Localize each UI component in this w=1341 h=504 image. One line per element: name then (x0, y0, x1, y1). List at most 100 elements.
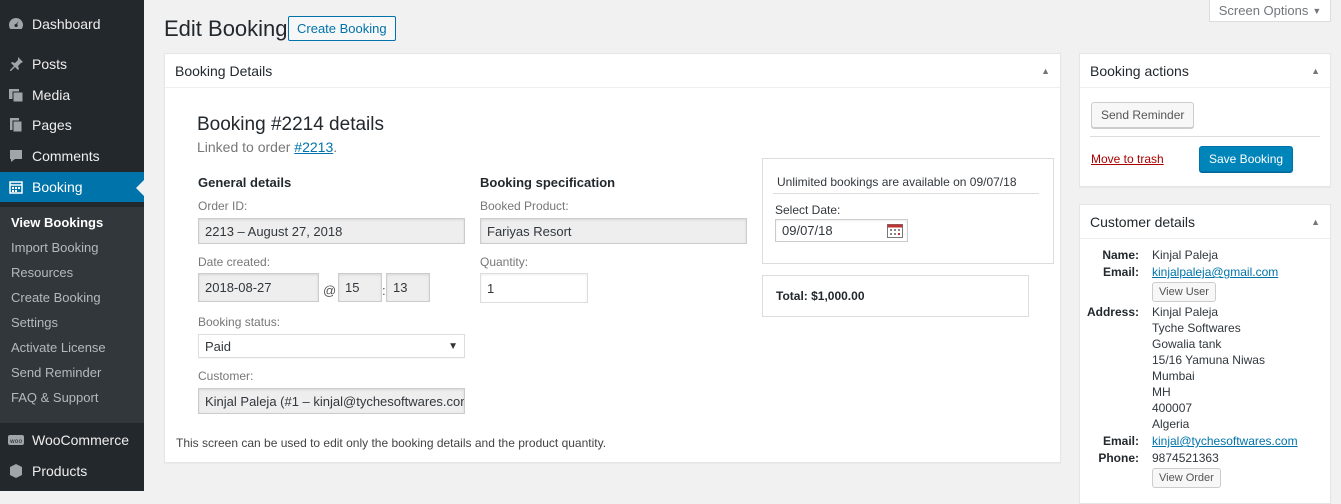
linked-order-text: Linked to order #2213. (197, 139, 337, 155)
move-to-trash-link[interactable]: Move to trash (1091, 152, 1164, 166)
booked-product-field: Fariyas Resort (480, 218, 747, 244)
sidebar-item-label: WooCommerce (32, 432, 129, 448)
booking-details-header[interactable]: Booking Details ▲ (165, 54, 1060, 88)
customer-details-header[interactable]: Customer details ▲ (1080, 205, 1330, 239)
edit-note: This screen can be used to edit only the… (176, 436, 607, 450)
select-date-label: Select Date: (775, 203, 841, 217)
panel-title: Booking actions (1090, 62, 1189, 79)
customer-field: Kinjal Paleja (#1 – kinjal@tychesoftware… (198, 388, 465, 414)
order-id-label: Order ID: (198, 199, 248, 213)
collapse-arrow-icon[interactable]: ▲ (1311, 66, 1320, 76)
booking-spec-heading: Booking specification (480, 175, 616, 190)
sidebar-item-label: Dashboard (32, 16, 101, 32)
general-details-heading: General details (198, 175, 292, 190)
sidebar-item-comments[interactable]: Comments (0, 141, 144, 171)
calendar-icon (0, 179, 32, 195)
booking-status-select[interactable]: Paid ▼ (198, 334, 465, 358)
address-line: Mumbai (1152, 369, 1195, 383)
date-created-label: Date created: (198, 255, 271, 269)
booked-product-label: Booked Product: (480, 199, 569, 213)
submenu-create-booking[interactable]: Create Booking (11, 290, 101, 305)
products-icon (0, 463, 32, 479)
calendar-picker-icon[interactable] (887, 223, 903, 241)
submenu-resources[interactable]: Resources (11, 265, 73, 280)
media-icon (0, 87, 32, 103)
address-line: Algeria (1152, 417, 1190, 431)
sidebar-item-label: Comments (32, 148, 100, 164)
phone-value: 9874521363 (1152, 451, 1219, 465)
phone-label: Phone: (1098, 451, 1139, 465)
sidebar-item-label: Media (32, 87, 71, 103)
linked-prefix: Linked to order (197, 139, 291, 155)
customer-label: Customer: (198, 369, 254, 383)
admin-sidebar: Dashboard Posts Media Pages Comments Boo… (0, 0, 144, 491)
sidebar-item-dashboard[interactable]: Dashboard (0, 9, 144, 39)
divider (1090, 136, 1320, 137)
panel-title: Booking Details (175, 62, 273, 79)
date-created-field: 2018-08-27 (198, 273, 319, 302)
sidebar-item-pages[interactable]: Pages (0, 110, 144, 140)
divider (773, 193, 1039, 194)
submenu-import-booking[interactable]: Import Booking (11, 240, 98, 255)
customer-name: Kinjal Paleja (1152, 248, 1219, 262)
customer-email-link[interactable]: kinjalpaleja@gmail.com (1152, 265, 1278, 279)
comments-icon (0, 148, 32, 164)
screen-options-label: Screen Options (1218, 3, 1309, 18)
customer-details-panel: Customer details ▲ Name: Kinjal Paleja E… (1079, 204, 1331, 504)
save-booking-button[interactable]: Save Booking (1199, 146, 1294, 172)
sidebar-item-products[interactable]: Products (0, 456, 144, 486)
address-line: 400007 (1152, 401, 1193, 415)
caret-down-icon: ▼ (1312, 5, 1322, 16)
screen-options-button[interactable]: Screen Options ▼ (1209, 0, 1331, 22)
page-title: Edit Booking (164, 16, 288, 41)
panel-title: Customer details (1090, 213, 1196, 230)
view-user-button[interactable]: View User (1152, 282, 1216, 302)
booking-details-panel: Booking Details ▲ Booking #2214 details … (164, 53, 1061, 463)
svg-text:woo: woo (10, 438, 23, 445)
sidebar-item-booking[interactable]: Booking (0, 172, 144, 202)
quantity-input[interactable]: 1 (480, 273, 588, 303)
sidebar-item-woocommerce[interactable]: woo WooCommerce (0, 425, 144, 455)
hour-field: 15 (338, 273, 382, 302)
submenu-activate-license[interactable]: Activate License (11, 340, 106, 355)
sidebar-item-label: Posts (32, 56, 68, 72)
dashboard-icon (0, 16, 32, 32)
address-line: Kinjal Paleja (1152, 305, 1219, 319)
billing-email-link[interactable]: kinjal@tychesoftwares.com (1152, 434, 1298, 448)
sidebar-item-label: Products (32, 463, 88, 479)
booking-heading: Booking #2214 details (197, 114, 384, 135)
sidebar-item-media[interactable]: Media (0, 80, 144, 110)
booking-actions-header[interactable]: Booking actions ▲ (1080, 54, 1330, 88)
availability-box: Unlimited bookings are available on 09/0… (762, 158, 1054, 264)
email-label: Email: (1102, 265, 1139, 279)
submenu-view-bookings[interactable]: View Bookings (11, 215, 103, 230)
dropdown-arrow-icon: ▼ (448, 340, 458, 352)
collapse-arrow-icon[interactable]: ▲ (1311, 217, 1320, 227)
availability-text: Unlimited bookings are available on 09/0… (777, 175, 1017, 189)
address-line: Gowalia tank (1152, 337, 1222, 351)
address-line: MH (1152, 385, 1171, 399)
select-date-input[interactable]: 09/07/18 (775, 219, 908, 242)
view-order-button[interactable]: View Order (1152, 468, 1221, 488)
create-booking-button[interactable]: Create Booking (288, 16, 396, 41)
select-date-value: 09/07/18 (782, 223, 833, 238)
linked-order-link[interactable]: #2213 (294, 139, 333, 155)
booking-status-label: Booking status: (198, 315, 281, 329)
booking-submenu: View Bookings Import Booking Resources C… (0, 207, 144, 423)
send-reminder-button[interactable]: Send Reminder (1091, 102, 1195, 128)
pin-icon (0, 56, 32, 72)
collapse-arrow-icon[interactable]: ▲ (1041, 66, 1050, 76)
sidebar-item-label: Booking (32, 179, 83, 195)
booking-actions-panel: Booking actions ▲ Send Reminder Move to … (1079, 53, 1331, 187)
name-label: Name: (1102, 248, 1139, 262)
submenu-settings[interactable]: Settings (11, 315, 58, 330)
linked-suffix: . (333, 139, 338, 155)
minute-field: 13 (386, 273, 430, 302)
sidebar-item-posts[interactable]: Posts (0, 49, 144, 79)
submenu-faq-support[interactable]: FAQ & Support (11, 390, 98, 405)
submenu-send-reminder[interactable]: Send Reminder (11, 365, 101, 380)
at-separator: @ (323, 283, 337, 298)
order-id-field: 2213 – August 27, 2018 (198, 218, 465, 244)
address-line: Tyche Softwares (1152, 321, 1241, 335)
billing-email-label: Email: (1102, 434, 1139, 448)
